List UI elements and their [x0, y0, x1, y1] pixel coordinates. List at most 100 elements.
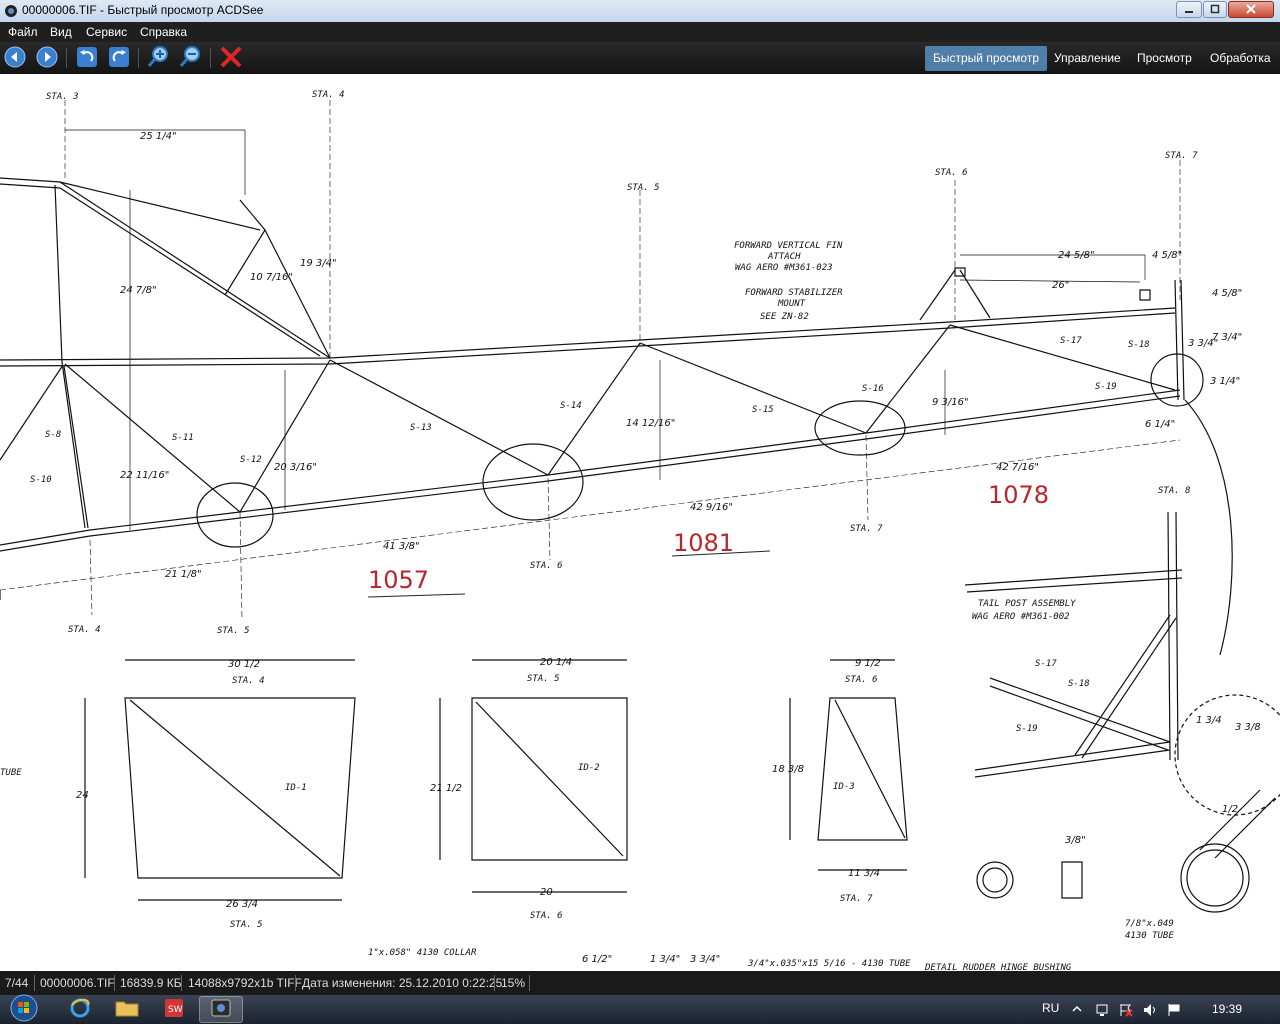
dim-9b: 9 1/2: [855, 658, 881, 669]
label-sta7-bottom: STA. 7: [850, 524, 883, 534]
note-collar: 1"x.058" 4130 COLLAR: [368, 948, 477, 958]
dim-24b: 24 5/8": [1058, 250, 1095, 261]
next-button[interactable]: [34, 45, 60, 71]
svg-text:SW: SW: [168, 1005, 183, 1015]
note-tail-post: TAIL POST ASSEMBLY: [978, 599, 1076, 609]
status-position: 7/44: [5, 976, 29, 990]
taskbar-explorer[interactable]: [105, 996, 149, 1023]
dim-14: 14 12/16": [626, 418, 675, 429]
dim-1: 1 3/4": [650, 954, 680, 965]
label-sta7-top: STA. 7: [1165, 151, 1198, 161]
label-sta8: STA. 8: [1158, 486, 1191, 496]
status-filename: 00000006.TIF: [40, 976, 115, 990]
rotate-right-button[interactable]: [106, 45, 132, 71]
dim-20a: 20 1/4: [540, 657, 572, 668]
rotate-left-icon: [76, 46, 98, 71]
windows-start-icon: [10, 994, 38, 1025]
start-button[interactable]: [2, 994, 46, 1025]
minimize-icon: [1184, 3, 1194, 17]
dim-21b: 21 1/2: [430, 783, 462, 794]
label-sta5-top: STA. 5: [627, 183, 660, 193]
label-s8: S-8: [45, 430, 61, 440]
tray-volume-icon[interactable]: [1142, 1002, 1158, 1021]
taskbar-ie[interactable]: [58, 996, 102, 1023]
label-sta6-section2: STA. 6: [845, 675, 878, 685]
note-tube-2: 4130 TUBE: [1125, 931, 1174, 941]
dim-19: 19 3/4": [300, 258, 337, 269]
label-s14: S-14: [560, 401, 582, 411]
dim-25: 25 1/4": [140, 131, 177, 142]
image-viewer[interactable]: STA. 3 STA. 4 STA. 5 STA. 6 STA. 7 STA. …: [0, 75, 1280, 971]
delete-button[interactable]: [218, 45, 244, 71]
dim-3b: 3 1/4": [1210, 376, 1240, 387]
tray-arrow-icon[interactable]: [1072, 1003, 1082, 1017]
tab-manage[interactable]: Управление: [1046, 46, 1129, 71]
dim-13b: 3 3/8: [1235, 722, 1261, 733]
technical-drawing: STA. 3 STA. 4 STA. 5 STA. 6 STA. 7 STA. …: [0, 90, 1280, 971]
dim-9: 9 3/16": [932, 397, 969, 408]
tab-view[interactable]: Просмотр: [1129, 46, 1200, 71]
note-attach: ATTACH: [767, 252, 801, 262]
tray-network-icon[interactable]: [1095, 1002, 1111, 1021]
tab-develop[interactable]: Обработка: [1202, 46, 1279, 71]
label-s17: S-17: [1060, 336, 1082, 346]
rotate-left-button[interactable]: [74, 45, 100, 71]
rotate-right-icon: [108, 46, 130, 71]
previous-button[interactable]: [2, 45, 28, 71]
label-s16: S-16: [862, 384, 884, 394]
zoom-out-icon: [179, 45, 203, 72]
menu-help[interactable]: Справка: [140, 25, 187, 39]
label-sta4-section: STA. 4: [232, 676, 265, 686]
tray-flag-icon[interactable]: [1118, 1002, 1134, 1021]
taskbar-solidworks[interactable]: SW: [152, 996, 196, 1023]
tab-quick-view[interactable]: Быстрый просмотр: [925, 46, 1048, 71]
clock[interactable]: 19:39: [1212, 1002, 1242, 1016]
dim-10: 10 7/16": [250, 272, 293, 283]
toolbar: Быстрый просмотр Управление Просмотр Обр…: [0, 42, 1280, 74]
language-indicator[interactable]: RU: [1042, 1001, 1059, 1015]
dim-38: 3/8": [1065, 835, 1086, 846]
menu-view[interactable]: Вид: [50, 25, 72, 39]
zoom-out-button[interactable]: [178, 45, 204, 71]
dim-4b: 4 5/8": [1212, 288, 1242, 299]
dim-24: 24 7/8": [120, 285, 157, 296]
dim-18: 18 3/8: [772, 764, 804, 775]
dim-12: 1/2: [1222, 804, 1238, 815]
note-mount: MOUNT: [777, 299, 806, 309]
label-s15: S-15: [752, 405, 774, 415]
label-s17-tail: S-17: [1035, 659, 1057, 669]
label-id1: ID-1: [285, 783, 307, 793]
label-sta3-top: STA. 3: [46, 92, 79, 102]
dim-4a: 4 5/8": [1152, 250, 1182, 261]
label-id2: ID-2: [578, 763, 600, 773]
menu-tools[interactable]: Сервис: [86, 25, 127, 39]
dim-20: 20 3/16": [274, 462, 317, 473]
label-s19: S-19: [1095, 382, 1117, 392]
maximize-icon: [1210, 3, 1220, 17]
dim-7: 7 3/4": [1212, 332, 1242, 343]
folder-icon: [115, 998, 139, 1021]
status-filesize: 16839.9 КБ: [120, 976, 182, 990]
arrow-left-icon: [4, 46, 26, 71]
label-s11: S-11: [172, 433, 194, 443]
acdsee-app-icon: [4, 4, 18, 18]
label-s19-tail: S-19: [1016, 724, 1038, 734]
label-sta5-section: STA. 5: [230, 920, 263, 930]
note-see-zn: SEE ZN-82: [760, 312, 809, 322]
close-button[interactable]: [1228, 1, 1274, 18]
minimize-button[interactable]: [1176, 1, 1202, 18]
note-wag-aero-fin: WAG AERO #M361-023: [735, 263, 833, 273]
taskbar: SW RU 19:39: [0, 994, 1280, 1025]
menu-file[interactable]: Файл: [8, 25, 38, 39]
taskbar-acdsee[interactable]: [199, 996, 243, 1023]
zoom-in-button[interactable]: [146, 45, 172, 71]
dim-h24: 24: [76, 790, 89, 801]
maximize-button[interactable]: [1203, 1, 1227, 18]
zoom-in-icon: [147, 45, 171, 72]
label-sta4-top: STA. 4: [312, 90, 345, 100]
status-bar: 7/44 00000006.TIF 16839.9 КБ 14088x9792x…: [0, 971, 1280, 995]
label-s12: S-12: [240, 455, 262, 465]
label-sta6-section: STA. 6: [530, 911, 563, 921]
label-s18: S-18: [1128, 340, 1150, 350]
tray-action-center-icon[interactable]: [1166, 1002, 1182, 1021]
